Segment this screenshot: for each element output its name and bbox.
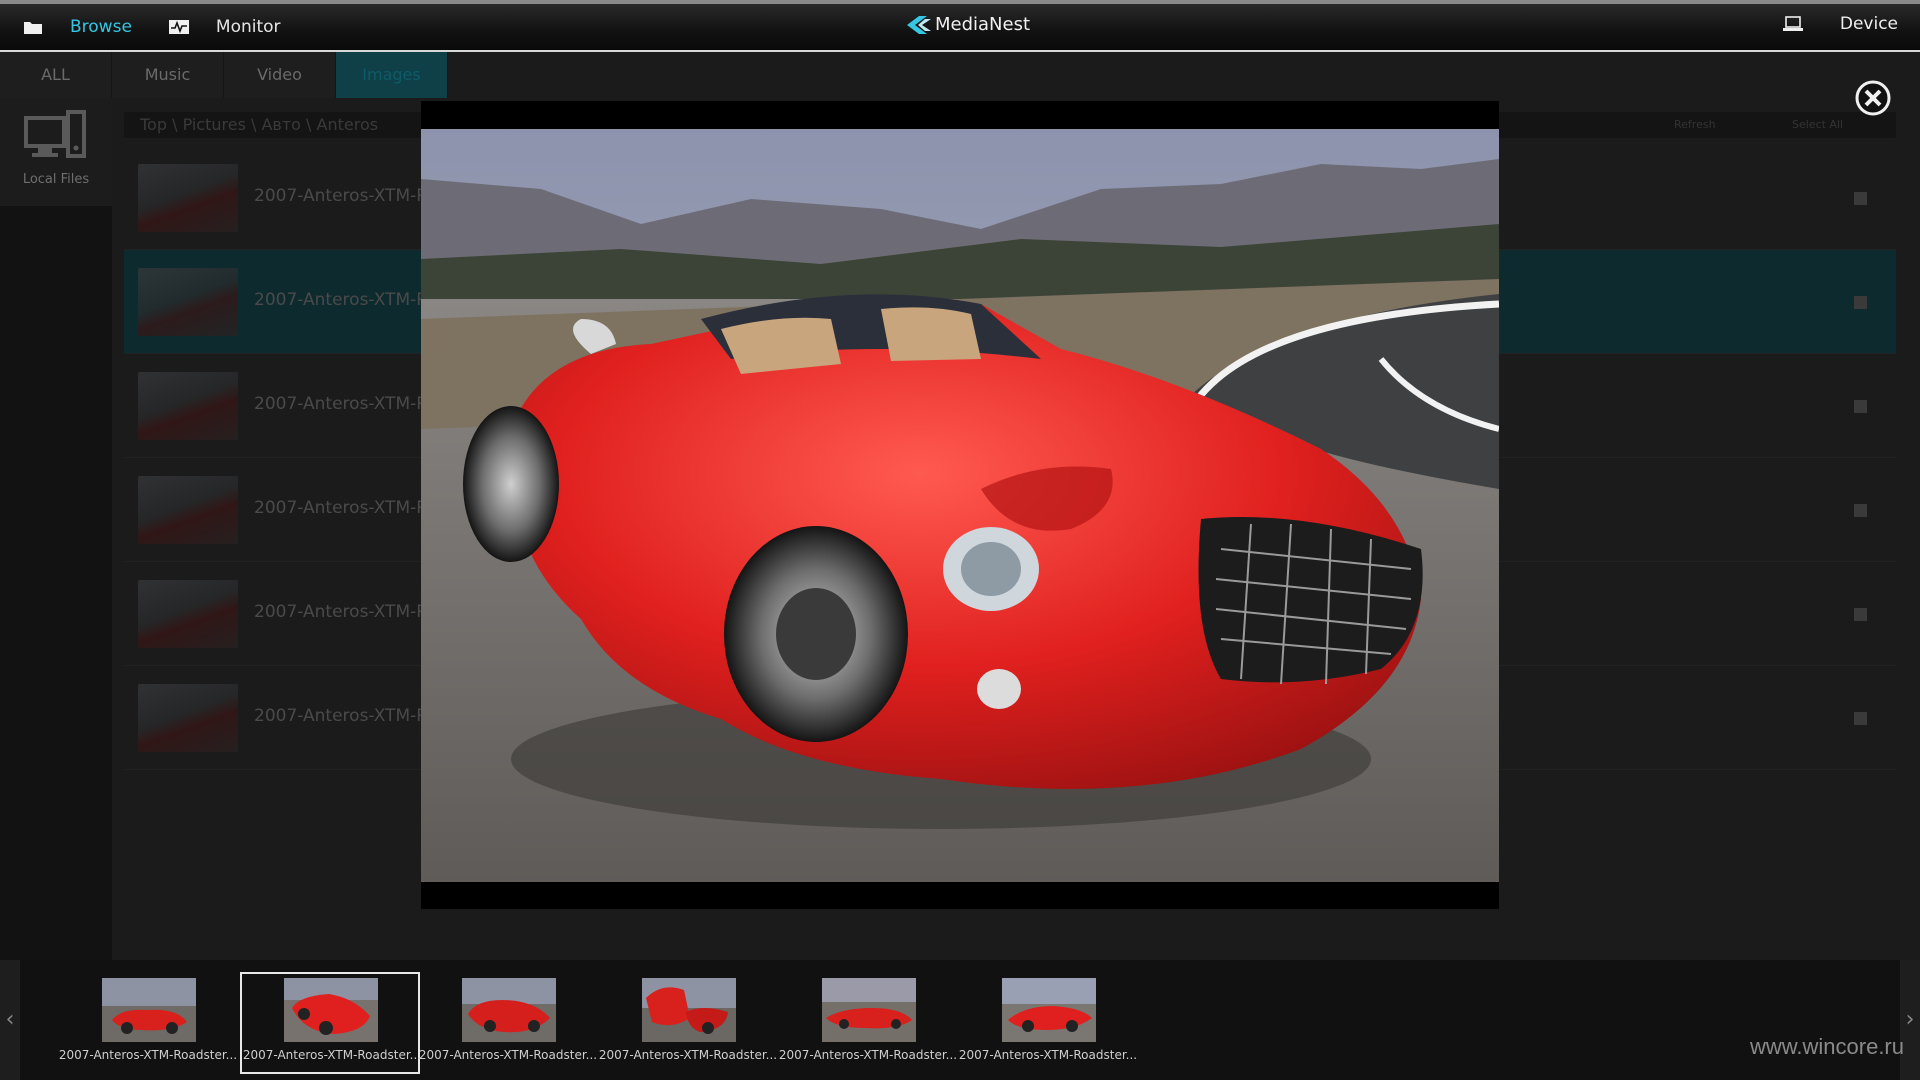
monitor-pulse-icon	[168, 20, 189, 34]
chevron-left-icon: ‹	[5, 1007, 15, 1032]
file-thumbnail	[138, 164, 238, 232]
thumbnail-caption: 2007-Anteros-XTM-Roadster...	[242, 1048, 422, 1062]
thumbnail-image	[1002, 978, 1096, 1042]
close-icon	[1855, 80, 1891, 116]
tab-images[interactable]: Images	[336, 52, 448, 98]
file-name: 2007-Anteros-XTM-Ro	[254, 290, 438, 310]
nav-browse[interactable]: Browse	[22, 17, 132, 37]
thumbnail-caption: 2007-Anteros-XTM-Roadster...	[958, 1048, 1138, 1062]
medianest-logo-icon	[907, 15, 931, 34]
local-files-label: Local Files	[22, 172, 90, 187]
brand-name: MediaNest	[935, 14, 1031, 35]
image-viewer	[421, 101, 1499, 909]
file-thumbnail	[138, 684, 238, 752]
tab-all[interactable]: ALL	[0, 52, 112, 98]
file-checkbox[interactable]	[1854, 400, 1867, 413]
thumbnail-item-selected[interactable]: 2007-Anteros-XTM-Roadster...	[240, 972, 422, 1074]
file-thumbnail	[138, 268, 238, 336]
nav-monitor[interactable]: Monitor	[168, 17, 281, 37]
thumbnail-item[interactable]: 2007-Anteros-XTM-Roadster...	[58, 972, 238, 1074]
file-name: 2007-Anteros-XTM-Ro	[254, 706, 438, 726]
device-label: Device	[1839, 14, 1898, 34]
thumbnail-item[interactable]: 2007-Anteros-XTM-Roadster...	[418, 972, 598, 1074]
red-roadster-photo	[421, 129, 1499, 882]
breadcrumb[interactable]: Top \ Pictures \ Авто \ Anteros	[140, 115, 378, 134]
thumbnail-image	[102, 978, 196, 1042]
nav-monitor-label: Monitor	[215, 17, 281, 37]
file-checkbox[interactable]	[1854, 712, 1867, 725]
refresh-button[interactable]: Refresh	[1674, 118, 1716, 131]
thumbnail-strip: ‹ 2007-Anteros-XTM-Roadster... 2007-Ante…	[0, 960, 1920, 1080]
device-button[interactable]: Device	[1782, 14, 1898, 34]
thumbnail-image	[284, 978, 378, 1042]
top-bar: Browse Monitor MediaNest Device	[0, 0, 1920, 52]
file-name: 2007-Anteros-XTM-Ro	[254, 498, 438, 518]
chevron-right-icon: ›	[1905, 1007, 1915, 1032]
strip-next-button[interactable]: ›	[1900, 960, 1920, 1080]
sidebar-item-local-files[interactable]: Local Files	[0, 98, 112, 206]
thumbnail-item[interactable]: 2007-Anteros-XTM-Roadster...	[958, 972, 1138, 1074]
thumbnail-caption: 2007-Anteros-XTM-Roadster...	[418, 1048, 598, 1062]
file-checkbox[interactable]	[1854, 192, 1867, 205]
nav-browse-label: Browse	[70, 17, 132, 37]
computer-icon	[24, 110, 86, 158]
strip-prev-button[interactable]: ‹	[0, 960, 20, 1080]
thumbnail-caption: 2007-Anteros-XTM-Roadster...	[778, 1048, 958, 1062]
thumbnail-item[interactable]: 2007-Anteros-XTM-Roadster...	[598, 972, 778, 1074]
file-name: 2007-Anteros-XTM-Ro	[254, 394, 438, 414]
thumbnail-image	[822, 978, 916, 1042]
device-laptop-icon	[1782, 16, 1803, 31]
thumbnail-caption: 2007-Anteros-XTM-Roadster...	[598, 1048, 778, 1062]
thumbnail-image	[642, 978, 736, 1042]
file-checkbox[interactable]	[1854, 504, 1867, 517]
file-thumbnail	[138, 372, 238, 440]
folder-icon	[24, 22, 42, 34]
viewer-photo	[421, 129, 1499, 882]
file-thumbnail	[138, 580, 238, 648]
select-all-button[interactable]: Select All	[1792, 118, 1843, 131]
file-name: 2007-Anteros-XTM-Ro	[254, 186, 438, 206]
file-thumbnail	[138, 476, 238, 544]
thumbnail-image	[462, 978, 556, 1042]
close-viewer-button[interactable]	[1855, 80, 1891, 116]
file-checkbox[interactable]	[1854, 296, 1867, 309]
main-nav: Browse Monitor	[22, 12, 317, 42]
category-tabs: ALL Music Video Images	[0, 52, 448, 98]
file-name: 2007-Anteros-XTM-Ro	[254, 602, 438, 622]
file-checkbox[interactable]	[1854, 608, 1867, 621]
watermark: www.wincore.ru	[1749, 1034, 1904, 1059]
thumbnail-caption: 2007-Anteros-XTM-Roadster...	[58, 1048, 238, 1062]
thumbnail-item[interactable]: 2007-Anteros-XTM-Roadster...	[778, 972, 958, 1074]
source-sidebar: Local Files	[0, 98, 112, 960]
tab-video[interactable]: Video	[224, 52, 336, 98]
tab-music[interactable]: Music	[112, 52, 224, 98]
app-brand: MediaNest	[905, 14, 1030, 35]
